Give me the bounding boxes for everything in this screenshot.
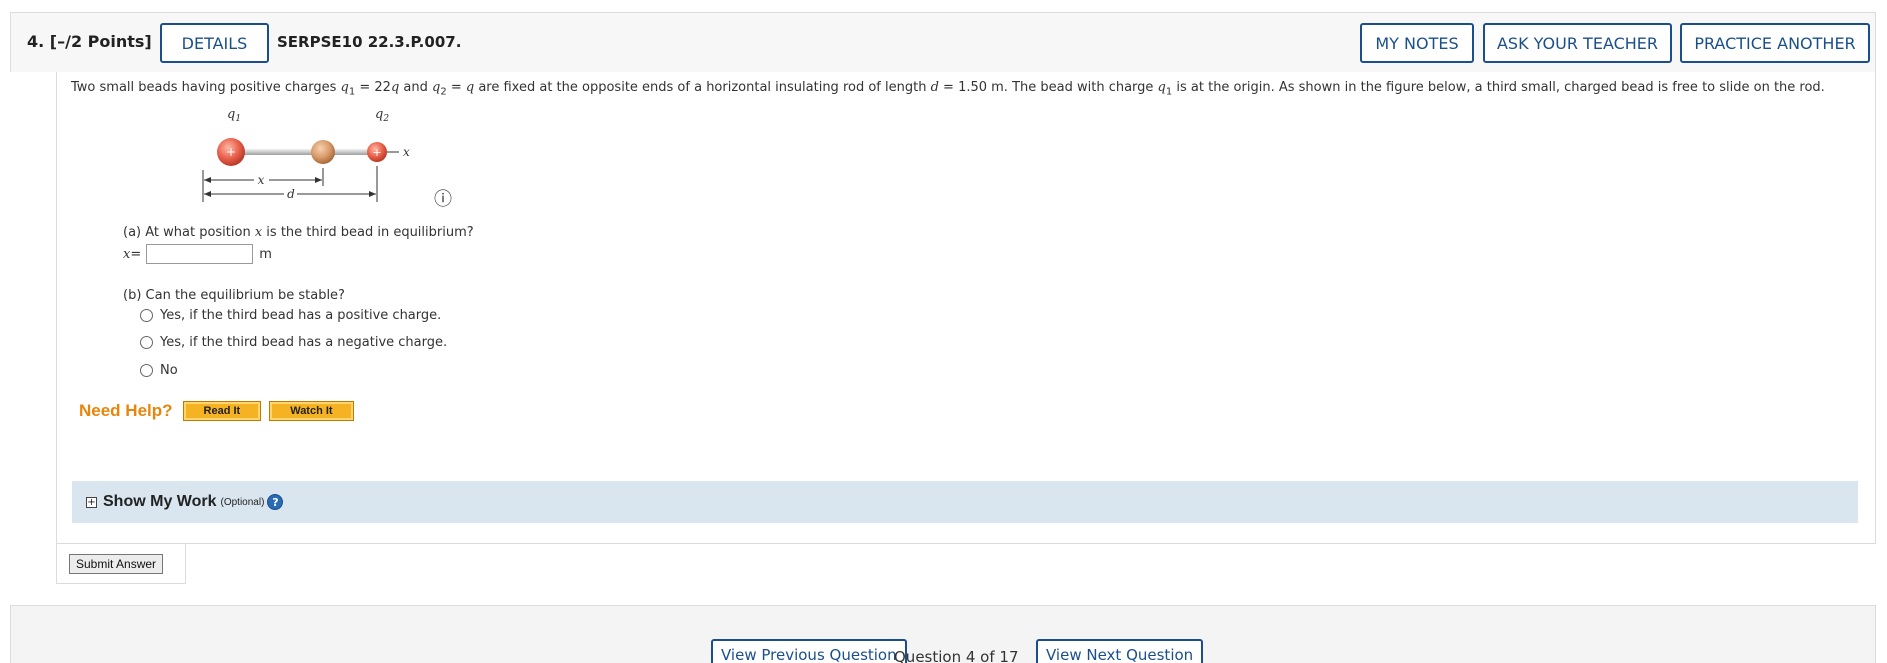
q2-label: q2 [375, 107, 389, 124]
show-my-work-bar[interactable]: + Show My Work (Optional) ? [72, 481, 1858, 523]
option-no[interactable]: No [140, 363, 178, 378]
view-previous-question-button[interactable]: View Previous Question [711, 639, 907, 663]
x-dimension-label: x [258, 173, 265, 187]
read-it-button[interactable]: Read It [182, 401, 262, 421]
practice-another-button[interactable]: PRACTICE ANOTHER [1680, 23, 1870, 63]
question-position-text: Question 4 of 17 [894, 648, 1019, 663]
question-code: SERPSE10 22.3.P.007. [277, 33, 462, 51]
unit-label: m [259, 246, 272, 262]
submit-area: Submit Answer [56, 544, 186, 584]
submit-answer-button[interactable]: Submit Answer [69, 554, 164, 574]
my-notes-button[interactable]: MY NOTES [1360, 23, 1474, 63]
watch-it-button[interactable]: Watch It [269, 401, 354, 421]
need-help-label: Need Help? [79, 401, 173, 420]
question-number-points: 4. [–/2 Points] [27, 32, 152, 51]
ask-your-teacher-button[interactable]: ASK YOUR TEACHER [1483, 23, 1672, 63]
details-button[interactable]: DETAILS [160, 23, 269, 63]
optional-label: (Optional) [220, 496, 265, 508]
radio-circle[interactable] [140, 309, 153, 322]
d-dim-arrow-right [369, 191, 376, 197]
x-dim-arrow-left [204, 177, 211, 183]
part-b-prompt: (b) Can the equilibrium be stable? [123, 288, 345, 303]
question-help-icon[interactable]: ? [267, 494, 284, 510]
show-my-work-title[interactable]: Show My Work [103, 493, 217, 511]
view-next-question-button[interactable]: View Next Question [1036, 639, 1204, 663]
info-icon[interactable]: ⓘ [434, 191, 452, 209]
d-dimension-label: d [287, 187, 295, 201]
insulating-rod [229, 149, 375, 155]
x-dim-arrow-right [315, 177, 322, 183]
d-dim-arrow-left [204, 191, 211, 197]
option-negative-charge[interactable]: Yes, if the third bead has a negative ch… [140, 335, 447, 350]
x-input-label: x [123, 246, 131, 262]
third-bead [311, 140, 335, 164]
problem-statement: Two small beads having positive charges … [71, 80, 1825, 98]
bead-rod-figure: q1 q2 + + x x d [202, 107, 410, 202]
part-a-answer-row: x = m [123, 244, 272, 264]
part-a-prompt: (a) At what position x is the third bead… [123, 225, 474, 240]
radio-circle[interactable] [140, 336, 153, 349]
need-help-section: Need Help? Read It Watch It [79, 401, 362, 421]
expand-plus-icon[interactable]: + [86, 496, 97, 508]
plus-sign-q1: + [226, 145, 236, 159]
option-positive-charge[interactable]: Yes, if the third bead has a positive ch… [140, 308, 441, 323]
x-position-input[interactable] [146, 244, 254, 264]
question-header: 4. [–/2 Points] DETAILS SERPSE10 22.3.P.… [10, 12, 1876, 72]
question-navigation: View Previous Question Question 4 of 17 … [10, 605, 1876, 663]
plus-sign-q2: + [372, 146, 381, 159]
radio-circle[interactable] [140, 364, 153, 377]
question-content: Two small beads having positive charges … [56, 72, 1876, 544]
q1-label: q1 [227, 107, 241, 124]
x-axis-label: x [403, 145, 410, 159]
